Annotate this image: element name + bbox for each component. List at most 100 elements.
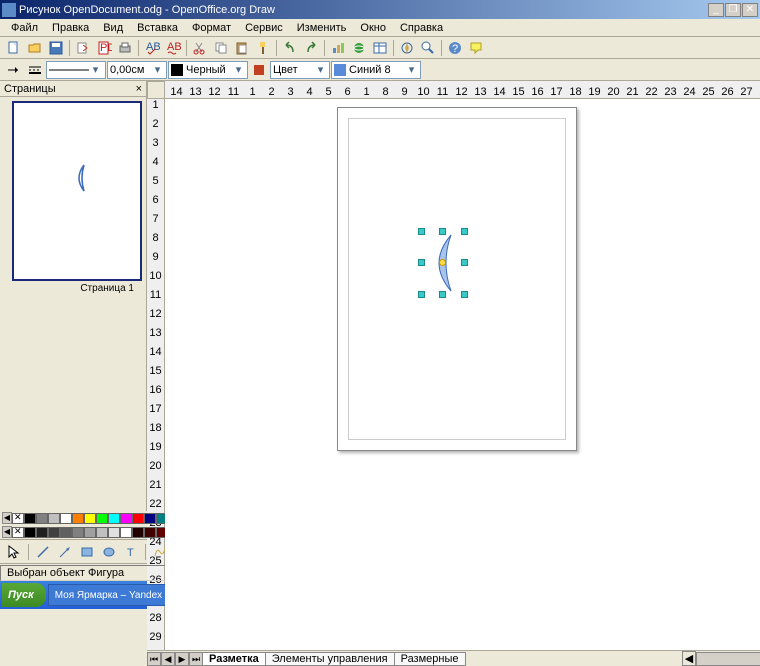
- color-swatch[interactable]: [96, 527, 108, 538]
- handle-e[interactable]: [461, 259, 468, 266]
- format-brush-button[interactable]: [253, 38, 273, 58]
- color-swatch[interactable]: [108, 527, 120, 538]
- navigator-button[interactable]: [397, 38, 417, 58]
- no-fill-swatch-2[interactable]: [12, 527, 24, 538]
- tab-nav[interactable]: ◀: [161, 652, 175, 666]
- color-swatch[interactable]: [108, 513, 120, 524]
- color-swatch[interactable]: [72, 513, 84, 524]
- tab-Элементы управления[interactable]: Элементы управления: [265, 652, 395, 666]
- color-swatch[interactable]: [84, 527, 96, 538]
- fill-color-combo[interactable]: Синий 8▾: [331, 61, 421, 79]
- restore-button[interactable]: ❐: [725, 3, 741, 17]
- color-swatch[interactable]: [24, 513, 36, 524]
- handle-sw[interactable]: [418, 291, 425, 298]
- autospell-button[interactable]: ABC: [163, 38, 183, 58]
- area-button[interactable]: [249, 60, 269, 80]
- paste-button[interactable]: [232, 38, 252, 58]
- color-swatch[interactable]: [24, 527, 36, 538]
- tab-Размерные[interactable]: Размерные: [394, 652, 466, 666]
- color-swatch[interactable]: [144, 513, 156, 524]
- fill-type-combo[interactable]: Цвет▾: [270, 61, 330, 79]
- tab-Разметка[interactable]: Разметка: [202, 652, 266, 666]
- hscroll-left[interactable]: ◀: [682, 651, 696, 666]
- color-swatch[interactable]: [132, 513, 144, 524]
- menu-Изменить[interactable]: Изменить: [290, 20, 354, 36]
- palette-scroll-left[interactable]: ◀: [2, 512, 12, 524]
- color-swatch[interactable]: [72, 527, 84, 538]
- close-button[interactable]: ✕: [742, 3, 758, 17]
- arrow-tool[interactable]: [55, 542, 75, 562]
- menu-Правка[interactable]: Правка: [45, 20, 96, 36]
- menu-Окно[interactable]: Окно: [353, 20, 393, 36]
- cut-button[interactable]: [190, 38, 210, 58]
- line-color-combo[interactable]: Черный▾: [168, 61, 248, 79]
- color-swatch[interactable]: [120, 513, 132, 524]
- palette2-scroll-left[interactable]: ◀: [2, 526, 12, 538]
- tab-nav[interactable]: ⏮: [147, 652, 161, 666]
- color-swatch[interactable]: [60, 513, 72, 524]
- pages-panel-close[interactable]: ×: [136, 83, 142, 95]
- open-button[interactable]: [25, 38, 45, 58]
- whatsthis-button[interactable]: [466, 38, 486, 58]
- new-button[interactable]: [4, 38, 24, 58]
- color-swatch[interactable]: [96, 513, 108, 524]
- ellipse-tool[interactable]: [99, 542, 119, 562]
- menu-Вид[interactable]: Вид: [96, 20, 130, 36]
- line-style-button[interactable]: [25, 60, 45, 80]
- color-swatch[interactable]: [132, 527, 144, 538]
- select-tool[interactable]: [4, 542, 24, 562]
- selected-shape[interactable]: [421, 231, 465, 295]
- help-button[interactable]: ?: [445, 38, 465, 58]
- rectangle-tool[interactable]: [77, 542, 97, 562]
- task-item[interactable]: Моя Ярмарка – Yandex: [48, 584, 169, 606]
- copy-button[interactable]: [211, 38, 231, 58]
- color-swatch[interactable]: [60, 527, 72, 538]
- handle-se[interactable]: [461, 291, 468, 298]
- chart-button[interactable]: [328, 38, 348, 58]
- handle-n[interactable]: [439, 228, 446, 235]
- pdf-button[interactable]: PDF: [94, 38, 114, 58]
- table-button[interactable]: [370, 38, 390, 58]
- line-tool[interactable]: [33, 542, 53, 562]
- handle-center[interactable]: [439, 259, 446, 266]
- menu-Справка[interactable]: Справка: [393, 20, 450, 36]
- color-swatch[interactable]: [48, 513, 60, 524]
- arrow-style-button[interactable]: [4, 60, 24, 80]
- handle-nw[interactable]: [418, 228, 425, 235]
- no-fill-swatch[interactable]: [12, 513, 24, 524]
- formatting-toolbar: ▾ 0,00см▾ Черный▾ Цвет▾ Синий 8▾: [0, 59, 760, 81]
- undo-button[interactable]: [280, 38, 300, 58]
- menu-Формат[interactable]: Формат: [185, 20, 238, 36]
- color-swatch[interactable]: [36, 527, 48, 538]
- text-tool[interactable]: T: [121, 542, 141, 562]
- color-swatch[interactable]: [144, 527, 156, 538]
- spellcheck-button[interactable]: ABC: [142, 38, 162, 58]
- hscroll-track[interactable]: [696, 652, 760, 666]
- line-style-combo[interactable]: ▾: [46, 61, 106, 79]
- redo-button[interactable]: [301, 38, 321, 58]
- color-swatch[interactable]: [120, 527, 132, 538]
- handle-ne[interactable]: [461, 228, 468, 235]
- minimize-button[interactable]: _: [708, 3, 724, 17]
- menu-Вставка[interactable]: Вставка: [130, 20, 185, 36]
- export-button[interactable]: [73, 38, 93, 58]
- tab-nav[interactable]: ⏭: [189, 652, 203, 666]
- page-thumbnail[interactable]: [12, 101, 142, 281]
- print-button[interactable]: [115, 38, 135, 58]
- hyperlink-button[interactable]: [349, 38, 369, 58]
- start-button[interactable]: Пуск: [2, 583, 46, 607]
- zoom-button[interactable]: [418, 38, 438, 58]
- menu-Сервис[interactable]: Сервис: [238, 20, 290, 36]
- handle-w[interactable]: [418, 259, 425, 266]
- tab-nav[interactable]: ▶: [175, 652, 189, 666]
- color-swatch[interactable]: [48, 527, 60, 538]
- menu-Файл[interactable]: Файл: [4, 20, 45, 36]
- color-swatch[interactable]: [36, 513, 48, 524]
- color-swatch[interactable]: [84, 513, 96, 524]
- handle-s[interactable]: [439, 291, 446, 298]
- line-width-combo[interactable]: 0,00см▾: [107, 61, 167, 79]
- title-bar: Рисунок OpenDocument.odg - OpenOffice.or…: [0, 0, 760, 19]
- save-button[interactable]: [46, 38, 66, 58]
- drawing-canvas[interactable]: [165, 99, 760, 650]
- ruler-horizontal[interactable]: 1413121112345618910111213141516171819202…: [165, 81, 760, 99]
